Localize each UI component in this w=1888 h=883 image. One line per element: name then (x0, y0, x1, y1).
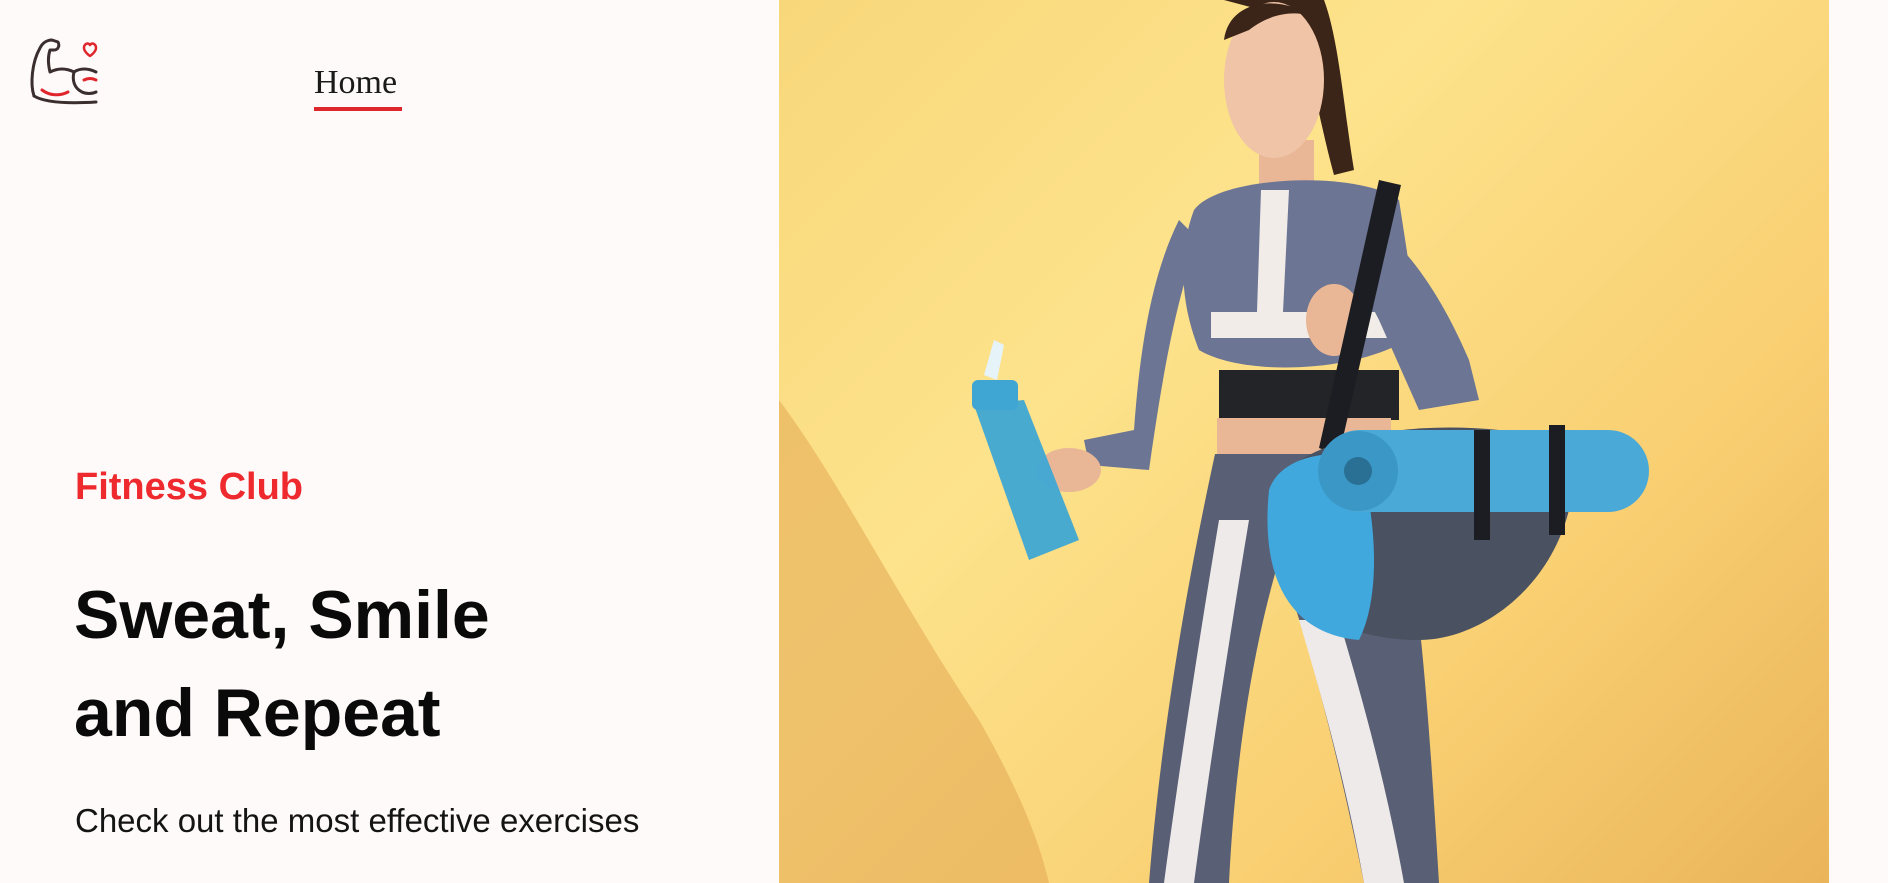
hero-subtext: Check out the most effective exercises (75, 802, 640, 839)
landing-page: Home Fitness Club Sweat, Smile and Repea… (0, 0, 1888, 883)
hero-headline-line2: and Repeat (74, 675, 441, 751)
hero-headline-line1: Sweat, Smile (74, 577, 490, 653)
hero-eyebrow: Fitness Club (75, 466, 304, 508)
hero-headline: Sweat, Smile and Repeat (74, 566, 490, 762)
logo[interactable] (28, 34, 102, 108)
nav-home-link[interactable]: Home (314, 66, 397, 100)
woman-with-gym-bag-photo (779, 0, 1649, 883)
flexed-arm-heart-icon (30, 38, 98, 105)
nav-active-indicator (314, 107, 402, 111)
hero-image (779, 0, 1829, 883)
right-gutter (1829, 0, 1888, 883)
